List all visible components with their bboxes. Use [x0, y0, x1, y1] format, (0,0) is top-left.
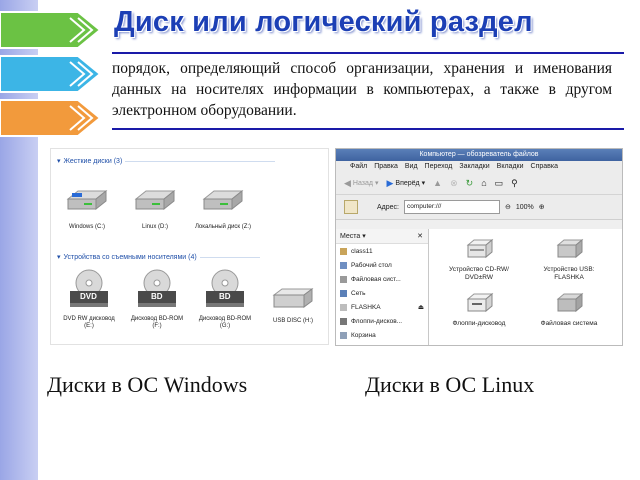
drive-label: Локальный диск (Z:): [194, 224, 252, 230]
drive-e[interactable]: DVD DVD RW дисковод (E:): [59, 269, 119, 330]
place-floppy[interactable]: Флоппи-дисков...: [336, 314, 428, 328]
floppy-device[interactable]: Флоппи-дисковод: [439, 291, 519, 328]
usb-device[interactable]: Устройство USB: FLASHKA: [529, 237, 609, 282]
menu-bar: Файл Правка Вид Переход Закладки Вкладки…: [336, 161, 622, 172]
search-binoculars-icon[interactable]: ⚲: [511, 178, 518, 189]
item-label: Файловая система: [540, 320, 598, 327]
window-title: Компьютер — обозреватель файлов: [336, 149, 622, 161]
cyan-tab-decoration: [0, 52, 102, 96]
place-home[interactable]: class11: [336, 244, 428, 258]
file-view: Устройство CD-RW/ DVD±RW Устройство USB:…: [429, 229, 622, 345]
desktop-icon: [340, 261, 347, 269]
slide-description: порядок, определяющий способ организации…: [112, 60, 612, 119]
address-input[interactable]: computer:///: [403, 200, 500, 214]
back-button[interactable]: ◀ Назад ▾: [344, 178, 379, 189]
place-trash[interactable]: Корзина: [336, 328, 428, 342]
filesystem-device[interactable]: Файловая система: [529, 291, 609, 328]
hard-drives-group-header: ▾ Жесткие диски (3): [57, 157, 276, 165]
windows-explorer-screenshot: ▾ Жесткие диски (3) Windows (C:) Linux (D…: [50, 148, 329, 345]
back-arrow-icon: ◀: [344, 177, 351, 188]
bd-drive-icon: [206, 269, 244, 307]
floppy-icon: [340, 317, 347, 325]
zoom-level: 100%: [515, 203, 534, 211]
title-underline: [112, 52, 624, 54]
drive-label: Дисковод BD-ROM (F:): [130, 316, 184, 329]
caption-linux: Диски в ОС Linux: [365, 372, 535, 397]
hard-drive-icon: [66, 189, 108, 211]
forward-arrow-icon: ▶: [386, 177, 394, 188]
places-header[interactable]: Места ▾ ✕: [336, 229, 428, 244]
description-underline: [112, 128, 624, 130]
forward-button[interactable]: ▶ Вперёд ▾: [387, 178, 426, 189]
usb-drive-icon: [340, 303, 347, 311]
usb-drive-icon: [272, 288, 314, 308]
eject-icon[interactable]: ⏏: [418, 303, 424, 311]
hard-drive-icon: [202, 189, 244, 211]
menu-edit[interactable]: Правка: [374, 161, 398, 172]
removable-group-header: ▾ Устройства со съемными носителями (4): [57, 253, 260, 261]
home-icon[interactable]: ⌂: [481, 178, 486, 188]
drive-g[interactable]: BD Дисковод BD-ROM (G:): [195, 269, 255, 330]
stop-icon[interactable]: ⊗: [450, 178, 458, 189]
drive-label: USB DISC (H:): [272, 318, 313, 324]
hard-drive-icon: [134, 189, 176, 211]
place-network[interactable]: Сеть: [336, 286, 428, 300]
reload-icon[interactable]: ↻: [466, 178, 474, 189]
zoom-out-icon[interactable]: ⊖: [505, 203, 511, 211]
hard-drive-icon: [556, 292, 584, 313]
trash-icon: [340, 331, 347, 339]
place-filesystem[interactable]: Файловая сист...: [336, 272, 428, 286]
up-arrow-icon[interactable]: ▲: [433, 178, 442, 188]
orange-tab-decoration: [0, 96, 102, 140]
menu-file[interactable]: Файл: [350, 161, 367, 172]
place-desktop[interactable]: Рабочий стол: [336, 258, 428, 272]
caption-windows: Диски в ОС Windows: [47, 372, 248, 397]
drive-h[interactable]: USB DISC (H:): [263, 287, 323, 325]
disc-badge: BD: [219, 292, 231, 301]
optical-drive-icon: [466, 238, 494, 259]
home-folder-icon: [340, 247, 347, 255]
drive-label: Linux (D:): [141, 224, 168, 230]
drive-f[interactable]: BD Дисковод BD-ROM (F:): [127, 269, 187, 330]
drive-label: DVD RW дисковод (E:): [63, 316, 115, 329]
drive-z[interactable]: Локальный диск (Z:): [193, 189, 253, 231]
places-sidebar: Места ▾ ✕ class11 Рабочий стол Файловая …: [336, 229, 429, 345]
bd-drive-icon: [138, 269, 176, 307]
item-label: Флоппи-дисковод: [452, 320, 506, 327]
menu-view[interactable]: Вид: [405, 161, 418, 172]
zoom-in-icon[interactable]: ⊕: [539, 203, 545, 211]
usb-disk-icon: [556, 238, 584, 259]
floppy-drive-icon: [466, 292, 494, 313]
disc-badge: DVD: [80, 292, 97, 301]
drive-c[interactable]: Windows (C:): [57, 189, 117, 231]
close-icon[interactable]: ✕: [417, 232, 423, 240]
item-label: Устройство CD-RW/ DVD±RW: [449, 266, 509, 281]
drive-label: Windows (C:): [68, 224, 105, 230]
cd-dvd-device[interactable]: Устройство CD-RW/ DVD±RW: [439, 237, 519, 282]
address-label: Адрес:: [377, 203, 399, 211]
linux-file-manager-screenshot: Компьютер — обозреватель файлов Файл Пра…: [335, 148, 623, 346]
menu-tabs[interactable]: Вкладки: [497, 161, 524, 172]
disc-badge: BD: [151, 292, 163, 301]
dvd-drive-icon: [70, 269, 108, 307]
menu-go[interactable]: Переход: [425, 161, 453, 172]
location-bar: Адрес: computer:/// ⊖ 100% ⊕: [336, 195, 622, 220]
slide-title: Диск или логический раздел: [114, 6, 533, 38]
menu-help[interactable]: Справка: [531, 161, 558, 172]
item-label: Устройство USB: FLASHKA: [543, 266, 595, 281]
drive-d[interactable]: Linux (D:): [125, 189, 185, 231]
network-icon: [340, 289, 347, 297]
menu-bookmarks[interactable]: Закладки: [459, 161, 489, 172]
place-flashka[interactable]: FLASHKA ⏏: [336, 300, 428, 314]
green-tab-decoration: [0, 8, 102, 52]
computer-icon[interactable]: ▭: [495, 178, 504, 189]
drive-label: Дисковод BD-ROM (G:): [198, 316, 252, 329]
filesystem-icon: [340, 275, 347, 283]
edit-location-icon[interactable]: [344, 200, 358, 214]
toolbar: ◀ Назад ▾ ▶ Вперёд ▾ ▲ ⊗ ↻ ⌂ ▭ ⚲: [336, 172, 622, 195]
